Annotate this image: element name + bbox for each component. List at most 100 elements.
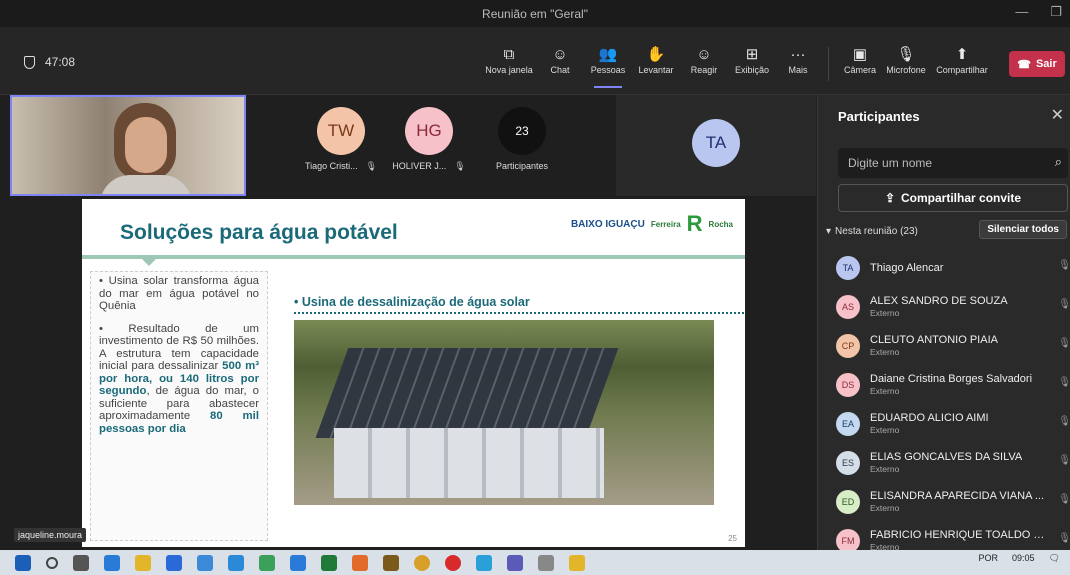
avatar: TA bbox=[836, 255, 860, 280]
rocha-logo-mark: R bbox=[686, 211, 703, 236]
skype-icon[interactable] bbox=[476, 554, 492, 571]
opera-icon[interactable] bbox=[445, 554, 461, 571]
windows-taskbar: POR 09:05 🗨 bbox=[0, 550, 1070, 575]
list-item[interactable]: DS Daiane Cristina Borges Salvadori Exter… bbox=[836, 365, 1070, 404]
app-icon[interactable] bbox=[104, 554, 120, 571]
ferreira-logo-text: Ferreira bbox=[650, 219, 681, 229]
slide-page-number: 25 bbox=[728, 534, 737, 543]
avatar: TA bbox=[692, 119, 740, 167]
mic-off-icon: 🎙 bbox=[1058, 338, 1070, 349]
minimize-icon[interactable]: — bbox=[1015, 4, 1028, 20]
solar-panels bbox=[315, 348, 619, 438]
person-body bbox=[100, 175, 192, 194]
share-invite-button[interactable]: ⇪ Compartilhar convite bbox=[838, 184, 1068, 212]
mute-all-button[interactable]: Silenciar todos bbox=[979, 220, 1067, 239]
window-controls: — ❐ bbox=[1015, 4, 1062, 20]
avatar: EA bbox=[836, 411, 860, 436]
leave-button[interactable]: ☎ Sair bbox=[1009, 51, 1065, 77]
app-icon[interactable] bbox=[383, 554, 399, 571]
solar-plant-photo bbox=[294, 320, 714, 505]
shared-slide: Soluções para água potável BAIXO IGUAÇU … bbox=[82, 199, 745, 547]
share-icon: ⬆ bbox=[955, 46, 969, 63]
outlook-icon[interactable] bbox=[290, 554, 306, 571]
mic-off-icon: 🎙 bbox=[1058, 533, 1070, 544]
participant-list: TA Thiago Alencar 🎙 AS ALEX SANDRO DE SO… bbox=[836, 248, 1070, 560]
participants-panel: Participantes ✕ Digite um nome ⌕ ⇪ Compa… bbox=[817, 95, 1070, 553]
app-icon[interactable] bbox=[352, 554, 368, 571]
avatar: DS bbox=[836, 372, 860, 397]
title-underline bbox=[82, 255, 745, 259]
bullet-2: • Resultado de um investimento de R$ 50 … bbox=[99, 322, 260, 435]
self-video[interactable] bbox=[10, 95, 246, 196]
mic-off-icon: 🎙 bbox=[896, 46, 916, 63]
avatar: ES bbox=[836, 450, 860, 475]
participant-search-input[interactable]: Digite um nome ⌕ bbox=[838, 148, 1068, 178]
bullet-1: • Usina solar transforma água do mar em … bbox=[99, 275, 259, 312]
edge-icon[interactable] bbox=[166, 554, 182, 571]
participant-tile-tw[interactable]: TW Tiago Cristi... 🎙 bbox=[296, 107, 386, 172]
avatar: ED bbox=[836, 489, 860, 514]
in-meeting-section[interactable]: ▾ Nesta reunião (23) Silenciar todos bbox=[826, 220, 1070, 241]
slide-title: Soluções para água potável bbox=[120, 221, 398, 244]
toolbar-divider bbox=[828, 47, 829, 81]
list-item[interactable]: ES ELIAS GONCALVES DA SILVA Externo 🎙 bbox=[836, 443, 1070, 482]
avatar: FM bbox=[836, 528, 860, 553]
app-icon[interactable] bbox=[569, 554, 585, 571]
more-button[interactable]: ··· Mais bbox=[768, 45, 828, 75]
meeting-timer: 47:08 bbox=[24, 55, 75, 69]
mic-off-icon: 🎙 bbox=[1058, 377, 1070, 388]
mic-off-icon: 🎙 bbox=[365, 161, 378, 171]
list-item[interactable]: ED ELISANDRA APARECIDA VIANA ... Externo … bbox=[836, 482, 1070, 521]
window-titlebar: Reunião em "Geral" — ❐ bbox=[0, 0, 1070, 27]
list-item[interactable]: CP CLEUTO ANTONIO PIAIA Externo 🎙 bbox=[836, 326, 1070, 365]
notification-icon[interactable]: 🗨 bbox=[1049, 553, 1060, 564]
list-item[interactable]: AS ALEX SANDRO DE SOUZA Externo 🎙 bbox=[836, 287, 1070, 326]
avatar: TW bbox=[317, 107, 365, 155]
list-item[interactable]: TA Thiago Alencar 🎙 bbox=[836, 248, 1070, 287]
phone-icon: ☎ bbox=[1017, 58, 1031, 71]
slide-subtitle: • Usina de dessalinização de água solar bbox=[294, 295, 744, 314]
avatar: CP bbox=[836, 333, 860, 358]
water-tanks bbox=[334, 428, 604, 498]
slide-logos: BAIXO IGUAÇU Ferreira R Rocha bbox=[571, 211, 733, 237]
self-name-label: jaqueline.moura bbox=[14, 528, 87, 542]
app-icon[interactable] bbox=[197, 554, 213, 571]
file-explorer-icon[interactable] bbox=[135, 554, 151, 571]
overflow-count: 23 bbox=[498, 107, 546, 155]
meeting-stage: TW Tiago Cristi... 🎙 HG HOLIVER J... 🎙 23 … bbox=[0, 95, 817, 550]
mic-off-icon: 🎙 bbox=[1058, 416, 1070, 427]
app-icon[interactable] bbox=[259, 554, 275, 571]
mic-off-icon: 🎙 bbox=[1058, 494, 1070, 505]
language-indicator[interactable]: POR bbox=[979, 553, 999, 564]
windows-start-icon[interactable] bbox=[15, 554, 31, 571]
participant-tile-ta[interactable]: TA bbox=[616, 95, 816, 196]
task-view-icon[interactable] bbox=[73, 554, 89, 571]
more-icon: ··· bbox=[790, 46, 806, 63]
slide-text-box: • Usina solar transforma água do mar em … bbox=[90, 271, 268, 541]
participant-tile-hg[interactable]: HG HOLIVER J... 🎙 bbox=[384, 107, 474, 172]
participants-overflow-tile[interactable]: 23 Participantes bbox=[477, 107, 567, 171]
system-tray: POR 09:05 🗨 bbox=[979, 553, 1060, 564]
mic-off-icon: 🎙 bbox=[1058, 299, 1070, 310]
avatar: HG bbox=[405, 107, 453, 155]
share-screen-button[interactable]: ⬆ Compartilhar bbox=[932, 45, 992, 75]
app-icon[interactable] bbox=[538, 554, 554, 571]
search-icon[interactable] bbox=[46, 556, 58, 569]
close-icon[interactable]: ✕ bbox=[1051, 105, 1064, 125]
maximize-icon[interactable]: ❐ bbox=[1050, 4, 1062, 20]
search-icon: ⌕ bbox=[1054, 154, 1062, 169]
teams-icon[interactable] bbox=[507, 554, 523, 571]
todo-icon[interactable] bbox=[228, 554, 244, 571]
list-item[interactable]: EA EDUARDO ALICIO AIMI Externo 🎙 bbox=[836, 404, 1070, 443]
excel-icon[interactable] bbox=[321, 554, 337, 571]
shield-icon bbox=[24, 55, 35, 69]
clock[interactable]: 09:05 bbox=[1012, 553, 1035, 564]
timer-text: 47:08 bbox=[45, 55, 76, 69]
mic-off-icon: 🎙 bbox=[1058, 260, 1070, 271]
chrome-icon[interactable] bbox=[414, 554, 430, 571]
microphone-button[interactable]: 🎙 Microfone bbox=[876, 45, 936, 75]
panel-title: Participantes bbox=[838, 109, 920, 124]
person-face bbox=[125, 117, 167, 173]
avatar: AS bbox=[836, 294, 860, 319]
chevron-down-icon: ▾ bbox=[826, 225, 832, 237]
